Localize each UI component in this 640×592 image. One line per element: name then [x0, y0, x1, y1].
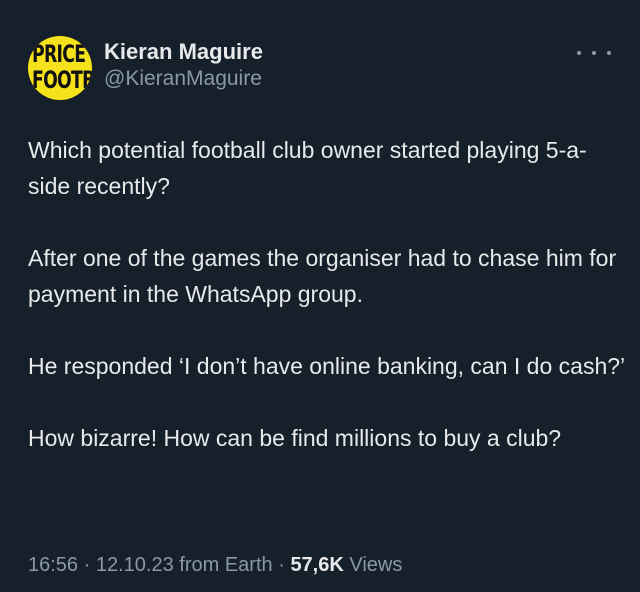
more-horizontal-icon: [592, 51, 596, 55]
more-horizontal-icon: [577, 51, 581, 55]
views-link[interactable]: 57,6K Views: [290, 554, 402, 576]
more-horizontal-icon: [607, 51, 611, 55]
tweet-paragraph: How bizarre! How can be find millions to…: [28, 425, 562, 451]
tweet-header: PRICE O FOOTBA Kieran Maguire @KieranMag…: [28, 36, 263, 100]
avatar-logo-text: PRICE O: [32, 40, 92, 68]
tweet-date[interactable]: 12.10.23: [96, 554, 174, 576]
meta-separator: ·: [83, 554, 91, 576]
tweet-paragraph: Which potential football club owner star…: [28, 137, 587, 199]
tweet-paragraph: After one of the games the organiser had…: [28, 245, 617, 307]
views-count: 57,6K: [290, 554, 344, 576]
tweet-paragraph: He responded ‘I don’t have online bankin…: [28, 353, 626, 379]
author-handle[interactable]: @KieranMaguire: [104, 66, 263, 92]
more-options-button[interactable]: [577, 44, 611, 62]
tweet-text: Which potential football club owner star…: [28, 132, 628, 492]
views-label: Views: [349, 554, 403, 576]
meta-separator: ·: [278, 554, 285, 576]
tweet-card: PRICE O FOOTBA Kieran Maguire @KieranMag…: [0, 0, 640, 592]
tweet-time[interactable]: 16:56: [28, 554, 78, 576]
avatar-logo-text: FOOTBA: [32, 66, 92, 94]
author-display-name[interactable]: Kieran Maguire: [104, 38, 263, 66]
tweet-meta: 16:56 · 12.10.23 from Earth · 57,6K View…: [28, 550, 402, 580]
tweet-source: from Earth: [179, 554, 273, 576]
avatar[interactable]: PRICE O FOOTBA: [28, 36, 92, 100]
author-names: Kieran Maguire @KieranMaguire: [104, 38, 263, 92]
